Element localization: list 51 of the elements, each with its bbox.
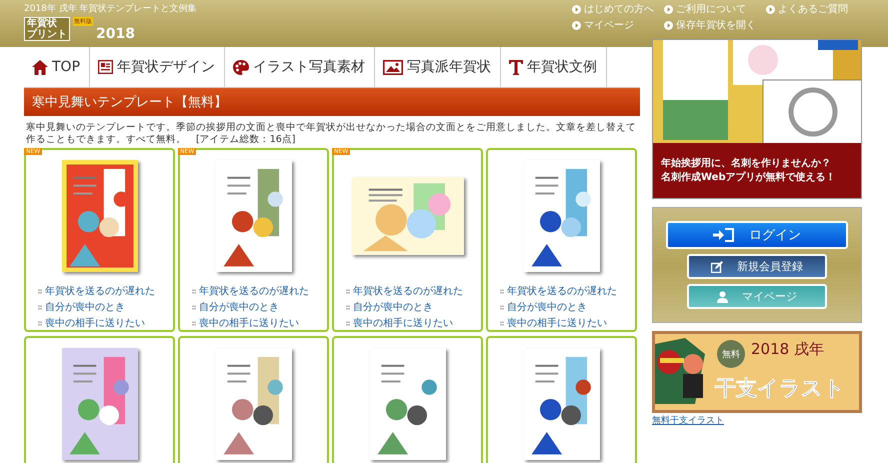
palette-icon (233, 60, 250, 74)
page-title: 寒中見舞いテンプレート【無料】 (24, 88, 640, 116)
template-link[interactable]: 年賀状を送るのが遅れた (500, 284, 617, 298)
type-icon (509, 60, 524, 74)
person-icon (717, 290, 728, 302)
template-link[interactable]: 自分が喪中のとき (38, 300, 155, 314)
template-link[interactable]: 自分が喪中のとき (500, 300, 617, 314)
photo-icon (383, 60, 404, 74)
template-link[interactable]: 年賀状を送るのが遅れた (38, 284, 155, 298)
edit-icon (711, 260, 723, 272)
template-link[interactable]: 喪中の相手に送りたい (38, 316, 155, 330)
nav-link[interactable]: TOP (24, 47, 90, 87)
template-link[interactable]: 年賀状を送るのが遅れた (346, 284, 463, 298)
zodiac-banner[interactable]: 無料 2018 戌年 干支イラスト (652, 331, 862, 413)
template-link[interactable]: 自分が喪中のとき (346, 300, 463, 314)
nav-link[interactable]: 写真派年賀状 (375, 47, 502, 87)
banner-title: 干支イラスト (715, 375, 845, 402)
bullet-icon (346, 320, 350, 326)
bullet-icon (500, 288, 504, 294)
template-link[interactable]: 年賀状を送るのが遅れた (192, 284, 309, 298)
login-button[interactable]: ログイン (666, 221, 848, 249)
template-link[interactable]: 喪中の相手に送りたい (192, 316, 309, 330)
bullet-icon (346, 304, 350, 310)
ad-text[interactable]: 年始挨拶用に、名刺を作りませんか？ (661, 156, 861, 170)
login-icon (713, 228, 735, 242)
ad-text[interactable]: 名刺作成Webアプリが無料で使える！ (661, 170, 861, 184)
nav-link[interactable]: イラスト写真素材 (225, 47, 376, 87)
bullet-icon (192, 304, 196, 310)
register-button[interactable]: 新規会員登録 (687, 254, 827, 279)
banner-year: 2018 戌年 (751, 340, 824, 359)
logo-year: 2018 (96, 27, 135, 41)
bullet-icon (500, 320, 504, 326)
site-logo[interactable]: 年賀状 プリント (24, 17, 70, 41)
bullet-icon (38, 288, 42, 294)
bullet-icon (192, 320, 196, 326)
home-icon (32, 60, 48, 74)
page-description: 寒中見舞いのテンプレートです。季節の挨拶用の文面と喪中で年賀状が出せなかった場合の文面とをご用意しました。文章を差し替えて作ることもできます。すべて無料。 [アイテム総数：16点] (26, 122, 637, 146)
bullet-icon (38, 304, 42, 310)
bullet-icon (192, 288, 196, 294)
nav-link[interactable]: 年賀状デザイン (90, 47, 226, 87)
template-link[interactable]: 喪中の相手に送りたい (500, 316, 617, 330)
bullet-icon (38, 320, 42, 326)
template-link[interactable]: 自分が喪中のとき (192, 300, 309, 314)
nav-link[interactable]: 年賀状文例 (501, 47, 608, 87)
bullet-icon (500, 304, 504, 310)
card-icon (98, 60, 114, 74)
template-link[interactable]: 喪中の相手に送りたい (346, 316, 463, 330)
free-badge: 無料 (717, 340, 745, 368)
site-tagline: 2018年 戌年 年賀状テンプレートと文例集 (24, 2, 197, 15)
zodiac-link[interactable]: 無料干支イラスト (652, 414, 862, 427)
bullet-icon (346, 288, 350, 294)
